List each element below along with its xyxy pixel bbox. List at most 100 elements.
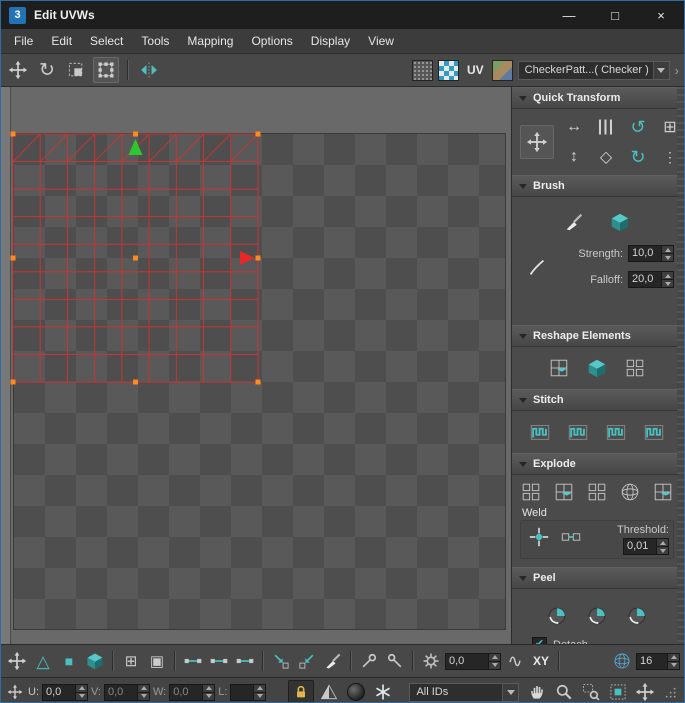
spin-up-icon[interactable] (76, 685, 87, 692)
typein-transform-icon[interactable] (5, 682, 25, 702)
minimize-button[interactable]: — (546, 1, 592, 29)
v-spinner[interactable]: 0,0 (104, 684, 150, 701)
panel-scrollbar[interactable] (677, 87, 684, 644)
pelt-map-icon[interactable] (623, 603, 651, 629)
zoom-icon[interactable] (552, 680, 576, 703)
qt-move-button[interactable] (520, 125, 554, 159)
reshape-header[interactable]: Reshape Elements (512, 325, 684, 347)
checker-pattern-icon[interactable] (438, 60, 459, 81)
space-endpoints-icon[interactable] (233, 649, 257, 673)
absolute-offset-toggle-icon[interactable] (317, 680, 341, 703)
sample-texel-alt-icon[interactable] (383, 649, 407, 673)
spin-down-icon[interactable] (489, 661, 500, 669)
strength-spinner[interactable]: 10,0 (628, 245, 674, 262)
explode-to-parts-icon[interactable] (649, 479, 677, 505)
target-weld-icon[interactable] (525, 524, 553, 550)
texture-list-dropdown[interactable]: CheckerPatt...( Checker ) (518, 61, 670, 80)
spin-up-icon[interactable] (203, 685, 214, 692)
freeform-tool-icon[interactable] (93, 57, 119, 83)
stitch-custom-icon[interactable] (526, 419, 554, 445)
align-vertical-icon[interactable]: ↕ (560, 144, 588, 170)
triangle-mode-icon[interactable]: △ (31, 649, 55, 673)
space-horizontal-icon[interactable] (181, 649, 205, 673)
spin-up-icon[interactable] (668, 654, 679, 661)
grid-size-spinner[interactable]: 16 (636, 653, 680, 670)
align-to-corner-alt-icon[interactable] (295, 649, 319, 673)
spin-down-icon[interactable] (254, 692, 265, 700)
spin-down-icon[interactable] (668, 661, 679, 669)
element-mode-icon[interactable] (83, 649, 107, 673)
flatten-by-face-icon[interactable] (583, 479, 611, 505)
spin-up-icon[interactable] (662, 246, 673, 253)
show-map-toggle-icon[interactable] (412, 60, 433, 81)
rotate-tool-icon[interactable]: ↻ (35, 58, 59, 82)
rotate-ccw-icon[interactable]: ↺ (624, 114, 652, 140)
uv-space-label[interactable]: UV (464, 63, 487, 77)
align-to-corner-icon[interactable] (269, 649, 293, 673)
navigate-cross-icon[interactable] (633, 680, 657, 703)
falloff-curve-icon[interactable] (520, 247, 554, 287)
peel-mode-icon[interactable] (583, 603, 611, 629)
lock-selection-button[interactable] (288, 680, 314, 703)
menu-mapping[interactable]: Mapping (178, 34, 242, 48)
texture-preview-icon[interactable] (492, 60, 513, 81)
settings-gear-icon[interactable] (419, 649, 443, 673)
falloff-spinner[interactable]: 20,0 (628, 271, 674, 288)
menu-tools[interactable]: Tools (132, 34, 178, 48)
w-spinner[interactable]: 0,0 (169, 684, 215, 701)
resize-grip[interactable] (660, 682, 680, 702)
titlebar[interactable]: 3 Edit UVWs — □ × (1, 1, 684, 29)
menu-select[interactable]: Select (81, 34, 132, 48)
threshold-spinner[interactable]: 0,01 (623, 538, 669, 555)
maximize-button[interactable]: □ (592, 1, 638, 29)
explode-header[interactable]: Explode (512, 453, 684, 475)
spin-up-icon[interactable] (489, 654, 500, 661)
spin-down-icon[interactable] (657, 546, 668, 554)
peel-header[interactable]: Peel (512, 567, 684, 589)
uv-editor-canvas[interactable] (1, 87, 511, 644)
spin-up-icon[interactable] (138, 685, 149, 692)
spin-down-icon[interactable] (76, 692, 87, 700)
spin-up-icon[interactable] (662, 272, 673, 279)
uv-tile-checker[interactable] (13, 133, 506, 630)
explode-sphere-icon[interactable] (616, 479, 644, 505)
spin-down-icon[interactable] (203, 692, 214, 700)
flatten-by-id-icon[interactable] (550, 479, 578, 505)
quick-peel-icon[interactable] (543, 603, 571, 629)
freeze-icon[interactable] (371, 680, 395, 703)
move-tool-icon[interactable] (6, 58, 30, 82)
spin-down-icon[interactable] (662, 253, 673, 261)
quick-transform-header[interactable]: Quick Transform (512, 87, 684, 109)
scale-tool-icon[interactable] (64, 58, 88, 82)
toolbar-flyout-arrow[interactable]: › (675, 63, 679, 78)
soft-move-icon[interactable] (5, 649, 29, 673)
stitch-target-icon[interactable] (640, 419, 668, 445)
menu-options[interactable]: Options (242, 34, 301, 48)
menu-file[interactable]: File (5, 34, 42, 48)
stitch-source-icon[interactable] (602, 419, 630, 445)
space-even-icon[interactable] (207, 649, 231, 673)
menu-edit[interactable]: Edit (42, 34, 81, 48)
dropdown-arrow-icon[interactable] (653, 62, 669, 79)
spin-down-icon[interactable] (662, 279, 673, 287)
snap-pixel-icon[interactable]: ▣ (145, 649, 169, 673)
u-spinner[interactable]: 0,0 (42, 684, 88, 701)
relax-until-flat-icon[interactable] (545, 355, 573, 381)
spin-up-icon[interactable] (254, 685, 265, 692)
pan-hand-icon[interactable] (525, 680, 549, 703)
axis-space-label[interactable]: XY (529, 654, 553, 668)
detach-checkbox[interactable]: ✔ (532, 637, 547, 644)
snap-grid-icon[interactable]: ⊞ (119, 649, 143, 673)
weld-selected-icon[interactable] (557, 524, 585, 550)
sample-texel-icon[interactable] (357, 649, 381, 673)
soft-falloff-curve-icon[interactable]: ∿ (503, 649, 527, 673)
menu-display[interactable]: Display (302, 34, 359, 48)
spin-up-icon[interactable] (657, 539, 668, 546)
dark-sphere-icon[interactable] (344, 680, 368, 703)
rotate-cw-icon[interactable]: ↻ (624, 144, 652, 170)
material-id-dropdown[interactable]: All IDs (409, 683, 519, 702)
align-horizontal-icon[interactable]: ↔ (560, 114, 588, 140)
dropdown-arrow-icon[interactable] (502, 684, 518, 701)
distribute-vertical-icon[interactable]: ||| (592, 114, 620, 140)
brush-header[interactable]: Brush (512, 175, 684, 197)
